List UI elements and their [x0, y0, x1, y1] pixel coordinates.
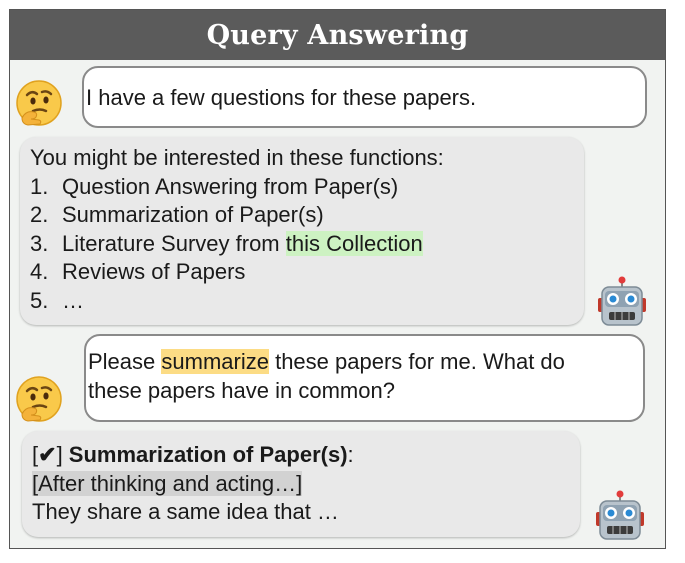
highlight-collection: this Collection [285, 230, 423, 256]
bot-message-1: You might be interested in these functio… [20, 137, 584, 325]
function-name: Summarization of Paper(s) [68, 442, 348, 467]
panel-title: Query Answering [206, 19, 469, 51]
robot-face-icon [596, 490, 644, 540]
result-line: They share a same idea that … [32, 499, 339, 524]
list-item: 4. Reviews of Papers [30, 259, 246, 284]
title-bar: Query Answering [10, 10, 665, 60]
user-message-2: Please summarize these papers for me. Wh… [84, 334, 645, 422]
list-item: 3. Literature Survey from this Collection [30, 230, 423, 256]
thinking-face-icon [16, 80, 62, 126]
list-item: 5.… [30, 287, 84, 313]
user-message-1-text: I have a few questions for these papers. [86, 85, 477, 110]
robot-face-icon [598, 276, 646, 326]
thinking-face-icon [16, 376, 62, 422]
list-item: 1. Question Answering from Paper(s) [30, 173, 399, 199]
user-message-2-line-1: Please summarize these papers for me. Wh… [88, 349, 565, 374]
highlight-summarize: summarize [161, 349, 269, 374]
thinking-line: [After thinking and acting…] [32, 470, 580, 499]
function-header: [✔] Summarization of Paper(s): [32, 442, 354, 467]
user-message-2-line-2: these papers have in common? [88, 377, 395, 403]
list-item: 2. Summarization of Paper(s) [30, 202, 324, 227]
bot-intro-text: You might be interested in these functio… [30, 145, 444, 170]
bot-message-2: [✔] Summarization of Paper(s): [After th… [22, 431, 580, 537]
check-mark-icon: ✔ [38, 442, 57, 467]
highlight-thinking: [After thinking and acting…] [32, 470, 303, 496]
user-message-1: I have a few questions for these papers. [82, 66, 647, 128]
